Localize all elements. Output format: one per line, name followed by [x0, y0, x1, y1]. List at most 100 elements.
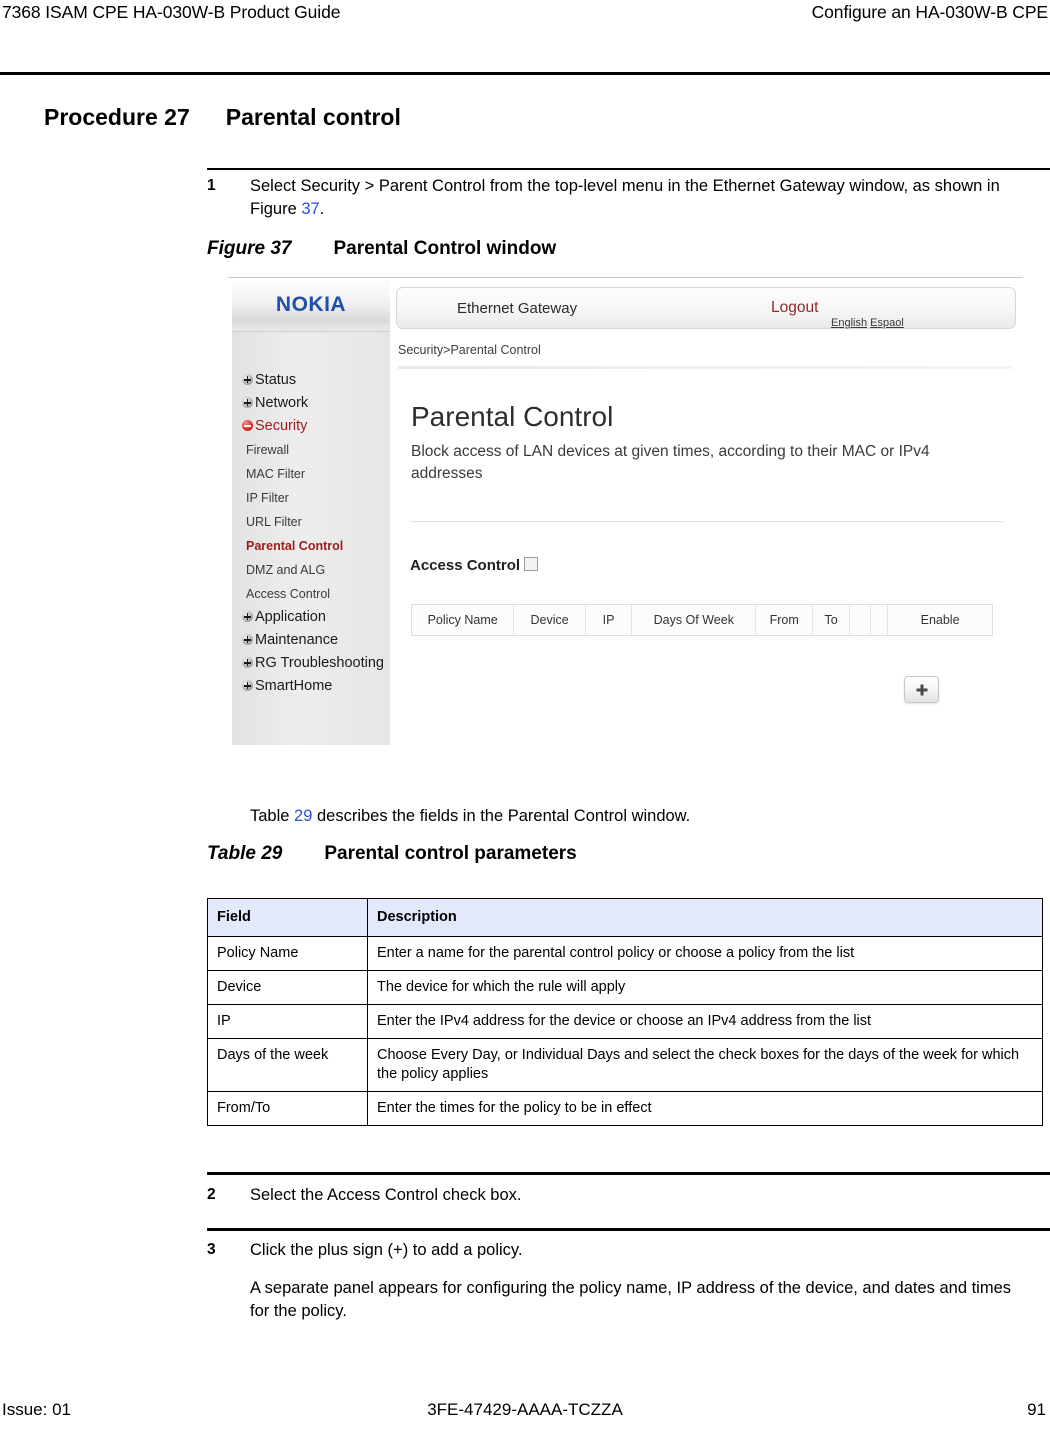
table-29-crossref[interactable]: 29 [294, 807, 312, 825]
figure-title: Parental Control window [333, 238, 557, 259]
column-header-policy-name: Policy Name [412, 605, 515, 635]
sidebar-item-security[interactable]: Security [232, 415, 390, 438]
nokia-logo: NOKIA [275, 293, 347, 316]
table-row: Days of the week Choose Every Day, or In… [207, 1038, 1043, 1092]
sidebar-item-label: Network [255, 395, 309, 411]
sidebar-item-smarthome[interactable]: SmartHome [232, 675, 390, 698]
sidebar-item-label: Application [255, 609, 326, 625]
sidebar-item-rg-troubleshooting[interactable]: RG Troubleshooting [232, 652, 390, 675]
table-header-row: Field Description [207, 898, 1043, 937]
plus-expand-icon [242, 611, 253, 622]
sidebar-item-label: Access Control [246, 587, 331, 601]
table-cell-description: Enter the times for the policy to be in … [367, 1091, 1043, 1126]
column-header-ip: IP [586, 605, 633, 635]
sidebar-item-ip-filter[interactable]: IP Filter [232, 486, 390, 510]
add-policy-button[interactable] [904, 676, 939, 703]
gateway-tab-label[interactable]: Ethernet Gateway [457, 300, 577, 317]
sidebar-item-url-filter[interactable]: URL Filter [232, 510, 390, 534]
access-control-checkbox[interactable] [524, 557, 539, 571]
minus-collapse-icon [242, 420, 253, 431]
figure-label: Figure 37 [207, 238, 292, 259]
sidebar-item-status[interactable]: Status [232, 369, 390, 392]
table-cell-description: Choose Every Day, or Individual Days and… [367, 1038, 1043, 1092]
sidebar-item-parental-control[interactable]: Parental Control [232, 534, 390, 558]
plus-expand-icon [242, 397, 253, 408]
header-document-title: 7368 ISAM CPE HA-030W-B Product Guide [2, 2, 341, 22]
sidebar-item-label: DMZ and ALG [246, 563, 326, 577]
router-main-area: Ethernet Gateway Logout English Espaol S… [396, 279, 1018, 745]
table-cell-field: Device [207, 970, 368, 1005]
plus-expand-icon [242, 634, 253, 645]
language-selector: English Espaol [831, 317, 904, 329]
sidebar-item-dmz-and-alg[interactable]: DMZ and ALG [232, 558, 390, 582]
router-nav-menu: Status Network Security Firewall MAC Fil… [232, 369, 390, 698]
table-cell-description: The device for which the rule will apply [367, 970, 1043, 1005]
step-1-text-after: . [319, 200, 325, 218]
sidebar-item-application[interactable]: Application [232, 606, 390, 629]
sidebar-item-label: Maintenance [255, 632, 339, 648]
sidebar-item-firewall[interactable]: Firewall [232, 438, 390, 462]
router-section-divider [411, 521, 1003, 522]
plus-icon [916, 684, 927, 695]
router-page-description: Block access of LAN devices at given tim… [411, 443, 930, 482]
table-cell-description: Enter the IPv4 address for the device or… [367, 1004, 1043, 1039]
sidebar-item-label: RG Troubleshooting [255, 655, 384, 671]
table-cell-field: Days of the week [207, 1038, 368, 1092]
table-row: Device The device for which the rule wil… [207, 970, 1043, 1005]
step-2-number: 2 [207, 1186, 216, 1203]
table-29-intro-before: Table [250, 807, 295, 825]
step-2-divider [207, 1172, 1050, 1175]
plus-expand-icon [242, 374, 253, 385]
plus-expand-icon [242, 680, 253, 691]
table-row: IP Enter the IPv4 address for the device… [207, 1004, 1043, 1039]
table-row: From/To Enter the times for the policy t… [207, 1091, 1043, 1126]
access-control-label: Access Control [410, 557, 539, 574]
language-english-link[interactable]: English [831, 317, 867, 329]
figure-top-border [228, 277, 1023, 278]
sidebar-item-maintenance[interactable]: Maintenance [232, 629, 390, 652]
router-page-title: Parental Control [411, 401, 614, 432]
sidebar-item-label: Status [255, 372, 297, 388]
sidebar-item-label: URL Filter [246, 515, 302, 529]
column-header-enable: Enable [920, 613, 960, 627]
figure-37-crossref[interactable]: 37 [301, 200, 319, 218]
column-header-spacer-2 [871, 605, 889, 635]
language-spanish-link[interactable]: Espaol [870, 317, 904, 329]
table-cell-field: IP [207, 1004, 368, 1039]
table-cell-description: Enter a name for the parental control po… [367, 936, 1043, 971]
step-2-text: Select the Access Control check box. [250, 1186, 522, 1204]
table-29-intro: Table 29 describes the fields in the Par… [250, 805, 1030, 828]
running-header: 7368 ISAM CPE HA-030W-B Product Guide Co… [0, 0, 1050, 75]
access-control-text: Access Control [410, 557, 521, 574]
sidebar-item-network[interactable]: Network [232, 392, 390, 415]
step-3-divider [207, 1228, 1050, 1231]
table-header-field: Field [207, 898, 368, 937]
column-header-spacer-1 [850, 605, 871, 635]
logout-link[interactable]: Logout [771, 299, 818, 317]
procedure-title: Parental control [225, 104, 401, 130]
step-1-number: 1 [207, 177, 216, 194]
figure-37-router-screenshot: NOKIA Status Network Security Firewall M… [228, 277, 1023, 747]
breadcrumb: Security>Parental Control [398, 343, 541, 357]
footer-document-id: 3FE-47429-AAAA-TCZZA [427, 1400, 623, 1419]
step-1-divider [207, 168, 1050, 170]
sidebar-item-mac-filter[interactable]: MAC Filter [232, 462, 390, 486]
step-1-text: Select Security > Parent Control from th… [250, 175, 1040, 221]
table-29-intro-after: describes the fields in the Parental Con… [312, 807, 691, 825]
footer-page-number: 91 [1027, 1400, 1046, 1419]
table-caption: Table 29 Parental control parameters [207, 843, 577, 865]
step-3-number: 3 [207, 1241, 216, 1258]
column-header-from: From [756, 605, 813, 635]
column-header-days-of-week: Days Of Week [632, 605, 757, 635]
step-3-note: A separate panel appears for configuring… [250, 1279, 1012, 1320]
router-logo-container: NOKIA [232, 279, 390, 332]
step-1-text-before: Select Security > Parent Control from th… [250, 177, 1000, 218]
procedure-heading: Procedure 27 Parental control [44, 104, 401, 131]
table-cell-field: From/To [207, 1091, 368, 1126]
figure-caption: Figure 37 Parental Control window [207, 238, 556, 260]
header-chapter-title: Configure an HA-030W-B CPE [811, 2, 1048, 22]
table-label: Table 29 [207, 843, 283, 864]
header-divider [0, 72, 1050, 75]
sidebar-item-access-control[interactable]: Access Control [232, 582, 390, 606]
column-header-device: Device [514, 605, 586, 635]
